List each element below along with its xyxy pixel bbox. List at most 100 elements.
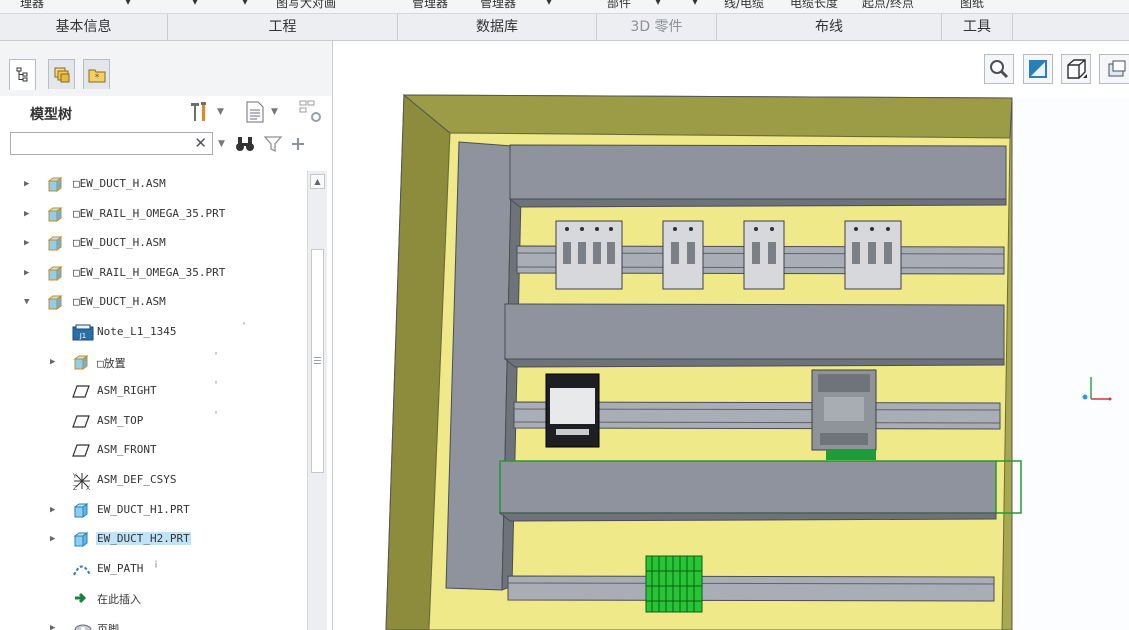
datum-plane-icon [72, 441, 90, 459]
ribbon-command-fragment[interactable]: 线/电缆 [724, 0, 764, 11]
tree-item-label: 页脚 [97, 623, 119, 630]
tree-filter-icon [299, 100, 321, 122]
model-tree-tab[interactable] [9, 59, 36, 90]
clear-search-icon[interactable]: ✕ [194, 134, 207, 152]
tree-item-label: □EW_DUCT_H.ASM [73, 236, 166, 249]
csys-icon: Y X Z [72, 471, 90, 492]
model-tree: ▶ □EW_DUCT_H.ASM ▶ □EW_RAIL_H_OMEGA_35.PRT ▶… [10, 171, 306, 630]
settings-menu[interactable]: ▼ [188, 99, 224, 125]
status-mark: ¡ [153, 558, 160, 569]
zoom-button[interactable] [984, 54, 1014, 84]
folder-star-icon: * [88, 69, 105, 83]
tree-item-note[interactable]: J1 Note_L1_1345 ' [10, 319, 306, 345]
ribbon-command-fragment[interactable]: 部件 [607, 0, 631, 11]
datum-plane-icon [72, 382, 90, 400]
tree-item-asm-top[interactable]: ASM_TOP ' [10, 408, 306, 434]
ribbon-group-tools[interactable]: 工具 [942, 14, 1013, 40]
tree-item-asm-def-csys[interactable]: Y X Z ASM_DEF_CSYS [10, 467, 306, 493]
tree-item-ew-duct-h-1[interactable]: ▶ □EW_DUCT_H.ASM [10, 171, 306, 197]
path-icon [72, 560, 91, 578]
datum-plane-icon [72, 412, 90, 430]
expand-arrow-icon[interactable]: ▶ [50, 505, 55, 515]
status-mark: ' [213, 351, 220, 362]
ribbon-group-database[interactable]: 数据库 [398, 14, 597, 40]
expand-arrow-icon[interactable]: ▶ [24, 268, 29, 278]
ribbon-command-fragment[interactable]: ▾ [692, 0, 698, 8]
svg-text:J1: J1 [79, 332, 87, 340]
status-mark: ' [241, 321, 248, 332]
footer-icon [72, 619, 92, 630]
favorites-tab[interactable]: * [83, 59, 110, 89]
assembly-icon [46, 264, 64, 282]
assembly-icon [46, 293, 64, 311]
ribbon-group-wiring[interactable]: 布线 [717, 14, 942, 40]
ribbon-command-fragment[interactable]: ▾ [192, 0, 198, 8]
tree-item-ew-duct-h-2[interactable]: ▶ □EW_DUCT_H.ASM [10, 230, 306, 256]
tree-item-ew-duct-h2[interactable]: ▶ EW_DUCT_H2.PRT [10, 526, 306, 552]
expand-arrow-icon[interactable]: ▶ [50, 623, 55, 630]
search-history-chevron-icon[interactable]: ▼ [218, 139, 225, 149]
ribbon-group-basic-info[interactable]: 基本信息 [0, 14, 168, 40]
saved-views-button[interactable] [1099, 54, 1129, 84]
tree-item-asm-front[interactable]: ASM_FRONT [10, 437, 306, 463]
tree-item-footer[interactable]: ▶ 页脚 [10, 615, 306, 630]
cabinet-3d-model[interactable] [334, 41, 1129, 630]
chevron-down-icon: ▼ [217, 107, 224, 117]
status-mark: ' [213, 380, 220, 391]
tree-item-placement[interactable]: ▶ □放置 ' [10, 349, 306, 375]
tree-icon [16, 67, 27, 82]
tree-item-ew-duct-h1[interactable]: ▶ EW_DUCT_H1.PRT [10, 497, 306, 523]
part-icon [72, 501, 90, 519]
refit-icon [1029, 60, 1047, 78]
ribbon-command-fragment[interactable]: ▾ [125, 0, 131, 8]
collapse-arrow-icon[interactable]: ▼ [24, 297, 29, 307]
tree-item-label: ASM_FRONT [97, 443, 157, 456]
ribbon-command-fragment[interactable]: 起点/终点 [862, 0, 914, 11]
svg-text:Y: Y [72, 473, 77, 480]
graphics-viewport[interactable] [334, 41, 1129, 630]
model-tree-title: 模型树 [30, 107, 72, 123]
expand-arrow-icon[interactable]: ▶ [50, 357, 55, 367]
refit-button[interactable] [1023, 54, 1053, 84]
ribbon-group-project[interactable]: 工程 [168, 14, 398, 40]
ribbon-command-fragment[interactable]: ▾ [546, 0, 552, 8]
tree-item-ew-rail-1[interactable]: ▶ □EW_RAIL_H_OMEGA_35.PRT [10, 201, 306, 227]
tree-columns-button[interactable] [298, 99, 324, 125]
add-icon[interactable] [290, 136, 306, 152]
tree-item-ew-path[interactable]: EW_PATH ¡ [10, 556, 306, 582]
layers-tab[interactable] [48, 59, 75, 89]
assembly-icon [46, 205, 64, 223]
tree-item-ew-duct-h-3[interactable]: ▼ □EW_DUCT_H.ASM [10, 289, 306, 315]
ribbon-command-fragment[interactable]: 图写大对画 [276, 0, 336, 11]
scrollbar-thumb[interactable] [311, 249, 324, 473]
tree-search-input[interactable]: ✕ [10, 132, 213, 155]
ribbon-group-labels: 基本信息 工程 数据库 3D 零件 布线 工具 [0, 14, 1129, 41]
note-icon: J1 [72, 323, 94, 341]
tree-item-label: □放置 [97, 357, 126, 370]
tree-item-label: 在此插入 [97, 593, 141, 606]
ribbon-command-fragment[interactable]: ▾ [242, 0, 248, 8]
tree-item-label: ASM_DEF_CSYS [97, 473, 177, 486]
ribbon-command-fragment[interactable]: 管理器 [480, 0, 516, 11]
filter-icon[interactable] [263, 135, 283, 153]
ribbon-command-fragment[interactable]: ▾ [655, 0, 661, 8]
ribbon-command-fragment[interactable]: 理器 [20, 0, 44, 11]
expand-arrow-icon[interactable]: ▶ [24, 179, 29, 189]
view-cube-button[interactable] [1061, 54, 1091, 84]
tree-scrollbar[interactable]: ▲ [307, 171, 327, 630]
scroll-up-arrow-icon[interactable]: ▲ [310, 174, 325, 189]
show-menu[interactable]: ▼ [244, 99, 278, 125]
part-icon [72, 530, 90, 548]
expand-arrow-icon[interactable]: ▶ [24, 238, 29, 248]
ribbon-command-fragment[interactable]: 电缆长度 [790, 0, 838, 11]
ribbon-command-fragment[interactable]: 图纸 [960, 0, 984, 11]
assembly-icon [46, 175, 64, 193]
svg-text:Z: Z [73, 485, 77, 491]
tree-item-ew-rail-2[interactable]: ▶ □EW_RAIL_H_OMEGA_35.PRT [10, 260, 306, 286]
expand-arrow-icon[interactable]: ▶ [50, 534, 55, 544]
tree-item-insert-here[interactable]: 在此插入 [10, 585, 306, 611]
binoculars-icon[interactable] [234, 135, 256, 153]
tree-item-asm-right[interactable]: ASM_RIGHT ' [10, 378, 306, 404]
expand-arrow-icon[interactable]: ▶ [24, 209, 29, 219]
ribbon-command-fragment[interactable]: 管理器 [412, 0, 448, 11]
